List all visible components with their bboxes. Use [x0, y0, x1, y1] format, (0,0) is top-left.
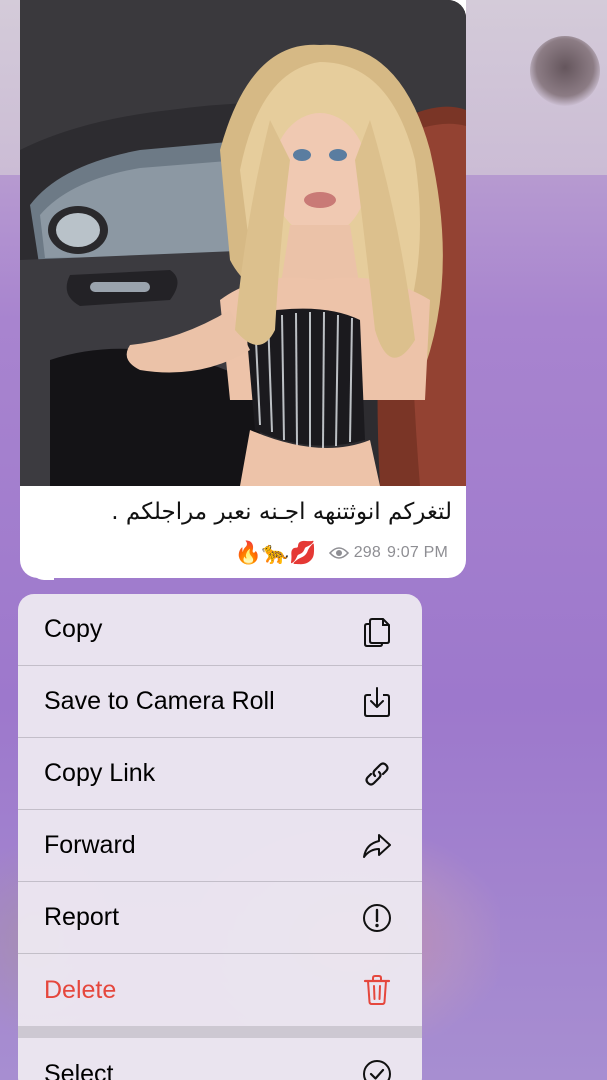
menu-group-separator: [18, 1026, 422, 1038]
view-count: 298: [353, 544, 381, 561]
menu-item-label: Copy: [44, 615, 103, 643]
forward-arrow-icon: [360, 829, 394, 863]
menu-item-copy[interactable]: Copy: [18, 594, 422, 666]
message-time: 9:07 PM: [387, 544, 448, 561]
message-meta: 🔥🐆💋 298 9:07 PM: [20, 536, 448, 570]
copy-icon: [360, 613, 394, 647]
menu-item-save-to-camera-roll[interactable]: Save to Camera Roll: [18, 666, 422, 738]
message-emojis: 🔥🐆💋: [234, 540, 317, 566]
trash-icon: [360, 973, 394, 1007]
blurred-avatar: [530, 36, 600, 106]
menu-item-label: Copy Link: [44, 759, 156, 787]
menu-item-copy-link[interactable]: Copy Link: [18, 738, 422, 810]
menu-item-label: Forward: [44, 831, 136, 859]
check-circle-icon: [360, 1057, 394, 1080]
menu-item-label: Save to Camera Roll: [44, 687, 275, 715]
menu-item-select[interactable]: Select: [18, 1038, 422, 1080]
menu-item-label: Select: [44, 1059, 114, 1080]
link-icon: [360, 757, 394, 791]
message-photo[interactable]: [20, 0, 466, 486]
menu-item-delete[interactable]: Delete: [18, 954, 422, 1026]
context-menu: Copy Save to Camera Roll Copy Link Forwa…: [18, 594, 422, 1080]
message-bubble[interactable]: لتغركم انوثتنهه اجـنه نعبر مراجلكم . 🔥🐆💋…: [20, 0, 466, 580]
exclamation-circle-icon: [360, 901, 394, 935]
message-caption: لتغركم انوثتنهه اجـنه نعبر مراجلكم .: [111, 499, 452, 525]
menu-item-report[interactable]: Report: [18, 882, 422, 954]
menu-item-label: Delete: [44, 975, 117, 1004]
photo-illustration: [20, 0, 466, 486]
eye-icon: [328, 547, 349, 559]
download-icon: [360, 685, 394, 719]
menu-item-forward[interactable]: Forward: [18, 810, 422, 882]
menu-item-label: Report: [44, 903, 120, 931]
